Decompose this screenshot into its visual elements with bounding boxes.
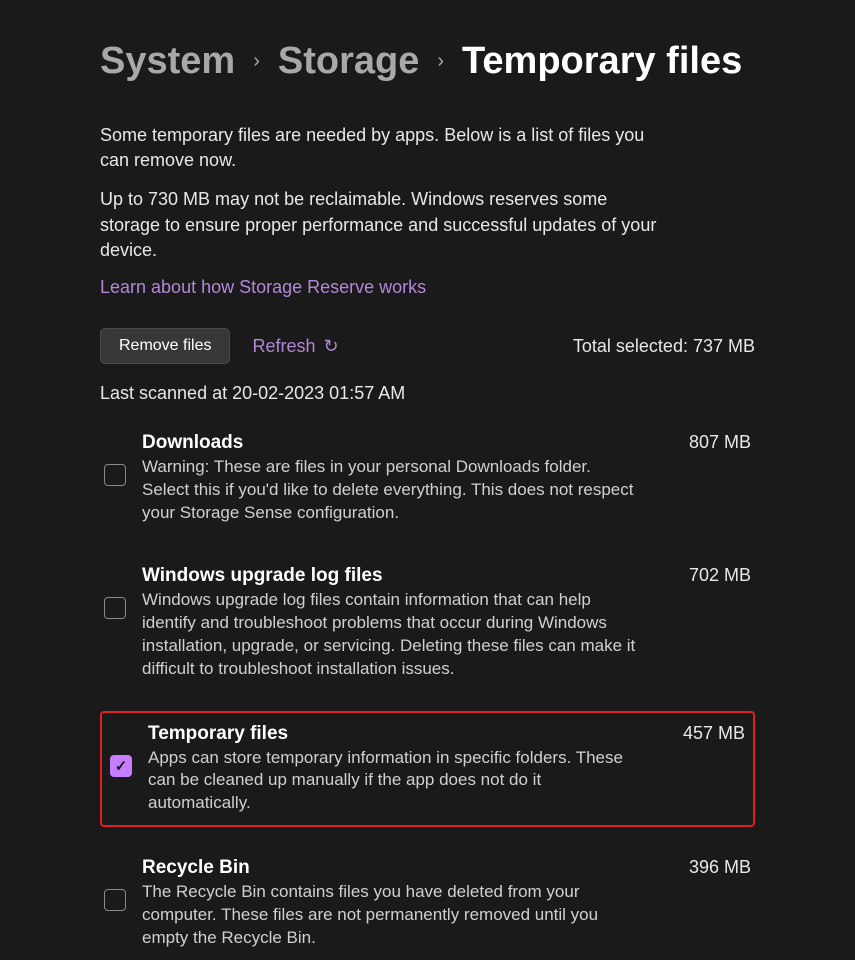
breadcrumb-storage[interactable]: Storage bbox=[278, 40, 419, 83]
file-title: Temporary files bbox=[148, 723, 288, 745]
file-size: 457 MB bbox=[683, 723, 745, 744]
refresh-button[interactable]: Refresh ↻ bbox=[238, 328, 352, 365]
intro-text-1: Some temporary files are needed by apps.… bbox=[100, 123, 660, 173]
file-checkbox[interactable] bbox=[104, 889, 126, 911]
file-item[interactable]: Recycle Bin 396 MB The Recycle Bin contain… bbox=[100, 847, 755, 960]
file-size: 807 MB bbox=[689, 432, 751, 453]
file-content: Windows upgrade log files702 MBWindows u… bbox=[142, 565, 751, 681]
file-item[interactable]: Temporary files 457 MB Apps can store temp… bbox=[100, 711, 755, 828]
remove-files-button[interactable]: Remove files bbox=[100, 328, 230, 364]
chevron-right-icon: › bbox=[253, 50, 260, 73]
file-size: 396 MB bbox=[689, 857, 751, 878]
breadcrumb-system[interactable]: System bbox=[100, 40, 235, 83]
file-title: Recycle Bin bbox=[142, 857, 250, 879]
file-description: The Recycle Bin contains files you have … bbox=[142, 881, 642, 950]
file-header: Downloads 807 MB bbox=[142, 432, 751, 454]
file-description: Windows upgrade log files contain inform… bbox=[142, 589, 642, 681]
file-title: Downloads bbox=[142, 432, 243, 454]
breadcrumb: System › Storage › Temporary files bbox=[100, 40, 755, 83]
file-header: Windows upgrade log files 702 MB bbox=[142, 565, 751, 587]
file-content: Downloads 807 MB Warning: These are files … bbox=[142, 432, 751, 525]
toolbar: Remove files Refresh ↻ Total selected: 7… bbox=[100, 328, 755, 365]
file-content: Recycle Bin 396 MB The Recycle Bin contain… bbox=[142, 857, 751, 950]
file-content: Temporary files 457 MB Apps can store temp… bbox=[148, 723, 745, 816]
file-size: 702 MB bbox=[689, 565, 751, 586]
breadcrumb-current: Temporary files bbox=[462, 40, 742, 83]
file-title: Windows upgrade log files bbox=[142, 565, 383, 587]
file-item[interactable]: Windows upgrade log files702 MBWindows u… bbox=[100, 555, 755, 691]
refresh-label: Refresh bbox=[252, 336, 315, 357]
file-checkbox[interactable] bbox=[104, 597, 126, 619]
chevron-right-icon: › bbox=[437, 50, 444, 73]
refresh-icon: ↻ bbox=[324, 336, 339, 357]
intro-text-2: Up to 730 MB may not be reclaimable. Win… bbox=[100, 187, 660, 263]
file-description: Warning: These are files in your persona… bbox=[142, 456, 642, 525]
storage-reserve-link[interactable]: Learn about how Storage Reserve works bbox=[100, 277, 426, 297]
last-scanned: Last scanned at 20-02-2023 01:57 AM bbox=[100, 383, 755, 404]
file-checkbox[interactable] bbox=[110, 755, 132, 777]
file-item[interactable]: Downloads 807 MB Warning: These are files … bbox=[100, 422, 755, 535]
file-header: Recycle Bin 396 MB bbox=[142, 857, 751, 879]
file-list: Downloads 807 MB Warning: These are files … bbox=[100, 422, 755, 960]
file-header: Temporary files 457 MB bbox=[148, 723, 745, 745]
file-description: Apps can store temporary information in … bbox=[148, 747, 648, 816]
file-checkbox[interactable] bbox=[104, 464, 126, 486]
total-selected: Total selected: 737 MB bbox=[573, 336, 755, 357]
